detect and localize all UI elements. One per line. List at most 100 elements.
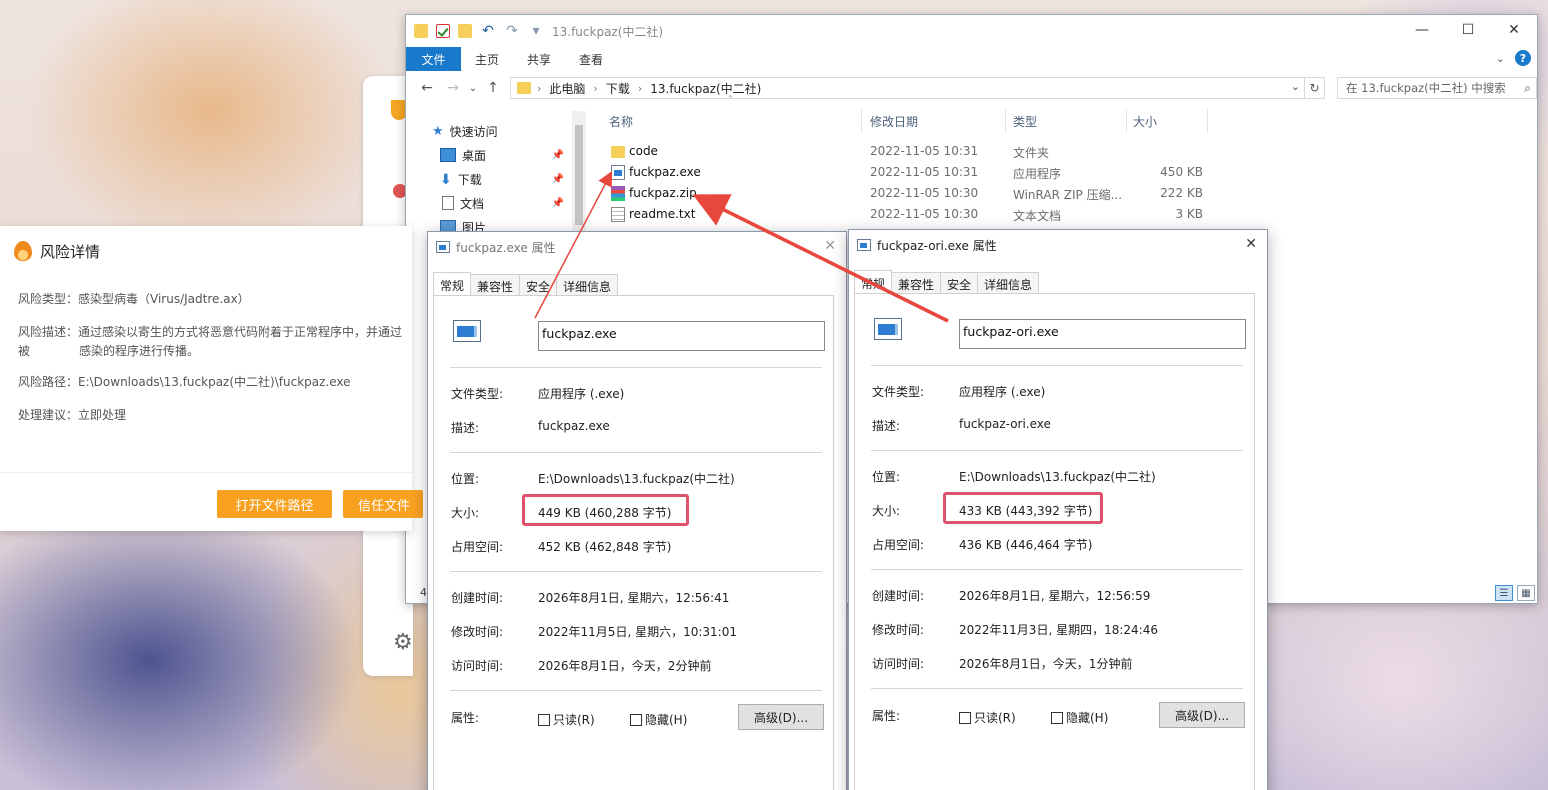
file-type: 应用程序 [1013,167,1062,181]
divider [450,452,822,453]
customize-dropdown-icon[interactable]: ▾ [528,23,544,39]
column-size[interactable]: 大小 [1133,113,1157,130]
column-date[interactable]: 修改日期 [870,113,918,130]
column-type[interactable]: 类型 [1013,113,1037,130]
readonly-checkbox[interactable]: 只读(R) [959,709,1016,726]
column-divider[interactable] [861,109,862,133]
tab-details[interactable]: 详细信息 [977,272,1040,294]
value-created: 2026年8月1日, 星期六，12:56:41 [538,591,730,605]
address-bar[interactable]: › 此电脑 › 下载 › 13.fuckpaz(中二社) ⌄ [510,77,1305,99]
label-created: 创建时间: [451,591,504,605]
tab-share[interactable]: 共享 [513,47,565,71]
zip-icon [611,186,625,201]
tab-compatibility[interactable]: 兼容性 [470,274,521,296]
sort-caret-icon: ˄ [728,95,733,106]
file-name: readme.txt [629,207,696,221]
checkbox-box[interactable] [1051,711,1063,724]
close-icon[interactable]: ✕ [1245,236,1257,252]
folder-icon [611,146,625,158]
sidebar-item-documents[interactable]: 文档 📌 [406,191,586,215]
trust-file-button[interactable]: 信任文件 [343,490,423,518]
gear-icon[interactable]: ⚙ [393,630,413,655]
details-view-icon[interactable]: ☰ [1495,585,1513,601]
minimize-icon[interactable]: — [1399,15,1445,45]
folder-icon [517,82,531,94]
sidebar-item-quick-access[interactable]: ★ 快速访问 [406,119,586,143]
readonly-label: 只读(R) [553,713,595,727]
fire-icon [14,241,32,261]
filename-field[interactable]: fuckpaz-ori.exe [959,319,1246,349]
tab-general[interactable]: 常规 [433,272,472,296]
recent-dropdown-icon[interactable]: ⌄ [466,83,480,94]
tab-view[interactable]: 查看 [565,47,617,71]
risk-desc-label: 风险描述： [18,325,79,339]
checkbox-box[interactable] [630,713,642,726]
value-location: E:\Downloads\13.fuckpaz(中二社) [959,470,1156,484]
column-divider[interactable] [1207,109,1208,133]
hidden-checkbox[interactable]: 隐藏(H) [630,711,687,728]
column-divider[interactable] [1126,109,1127,133]
properties-icon[interactable] [436,24,450,38]
label-size: 大小: [872,504,901,518]
maximize-icon[interactable]: ☐ [1445,15,1491,45]
risk-path-value: E:\Downloads\13.fuckpaz(中二社)\fuckpaz.exe [78,375,351,389]
advanced-button[interactable]: 高级(D)... [1159,702,1245,728]
up-icon[interactable]: ↑ [480,80,506,96]
folder-icon[interactable] [414,24,428,38]
pin-icon: 📌 [551,197,564,209]
dialog-tabs: 常规 兼容性 安全 详细信息 [854,270,1040,294]
scrollbar-thumb[interactable] [575,125,583,225]
search-input[interactable]: 在 13.fuckpaz(中二社) 中搜索 ⌕ [1337,77,1537,99]
file-row-fuckpaz-exe[interactable]: fuckpaz.exe 2022-11-05 10:31 应用程序 450 KB [602,162,1322,183]
download-icon: ⬇ [440,172,452,188]
forward-icon[interactable]: → [440,80,466,96]
breadcrumb-current[interactable]: 13.fuckpaz(中二社) [642,80,769,97]
back-icon[interactable]: ← [414,80,440,96]
checkbox-box[interactable] [538,713,550,726]
file-row-fuckpaz-zip[interactable]: fuckpaz.zip 2022-11-05 10:30 WinRAR ZIP … [602,183,1322,204]
size-highlight-box [522,494,689,526]
large-icons-view-icon[interactable]: ▦ [1517,585,1535,601]
hidden-checkbox[interactable]: 隐藏(H) [1051,709,1108,726]
undo-icon[interactable]: ↶ [480,23,496,39]
close-icon[interactable]: ✕ [1491,15,1537,45]
tab-file[interactable]: 文件 [406,47,461,71]
sidebar-item-desktop[interactable]: 桌面 📌 [406,143,586,167]
explorer-titlebar: ↶ ↷ ▾ 13.fuckpaz(中二社) — ☐ ✕ [406,15,1537,47]
tab-general[interactable]: 常规 [854,270,893,294]
txt-icon [611,207,625,222]
tab-security[interactable]: 安全 [519,274,558,296]
column-divider[interactable] [1005,109,1006,133]
expand-ribbon-icon[interactable]: ⌄ [1496,52,1505,65]
file-row-code[interactable]: code 2022-11-05 10:31 文件夹 [602,141,1322,162]
tab-security[interactable]: 安全 [940,272,979,294]
file-name: fuckpaz.exe [629,165,701,179]
help-icon[interactable]: ? [1515,50,1531,66]
open-file-path-button[interactable]: 打开文件路径 [217,490,332,518]
breadcrumb-downloads[interactable]: 下载 [598,80,638,97]
file-size: 3 KB [1175,207,1203,221]
risk-path: 风险路径：E:\Downloads\13.fuckpaz(中二社)\fuckpa… [18,373,351,392]
breadcrumb-this-pc[interactable]: 此电脑 [541,80,593,97]
file-row-readme-txt[interactable]: readme.txt 2022-11-05 10:30 文本文档 3 KB [602,204,1322,225]
risk-desc-continued: 感染的程序进行传播。 [79,344,200,358]
pin-icon: 📌 [551,173,564,185]
tab-compatibility[interactable]: 兼容性 [891,272,942,294]
value-disk-size: 436 KB (446,464 字节) [959,538,1093,552]
close-icon[interactable]: ✕ [824,238,836,254]
nav-scrollbar[interactable] [572,111,586,241]
filename-field[interactable]: fuckpaz.exe [538,321,825,351]
checkbox-box[interactable] [959,711,971,724]
advanced-button[interactable]: 高级(D)... [738,704,824,730]
sidebar-item-downloads[interactable]: ⬇ 下载 📌 [406,167,586,191]
refresh-icon[interactable]: ↻ [1305,77,1325,99]
new-folder-icon[interactable] [458,24,472,38]
file-date: 2022-11-05 10:31 [870,165,979,179]
tab-home[interactable]: 主页 [461,47,513,71]
readonly-checkbox[interactable]: 只读(R) [538,711,595,728]
column-name[interactable]: 名称 [609,113,633,130]
chevron-down-icon[interactable]: ⌄ [1291,80,1300,93]
hidden-label: 隐藏(H) [645,713,688,727]
tab-details[interactable]: 详细信息 [556,274,619,296]
redo-icon[interactable]: ↷ [504,23,520,39]
